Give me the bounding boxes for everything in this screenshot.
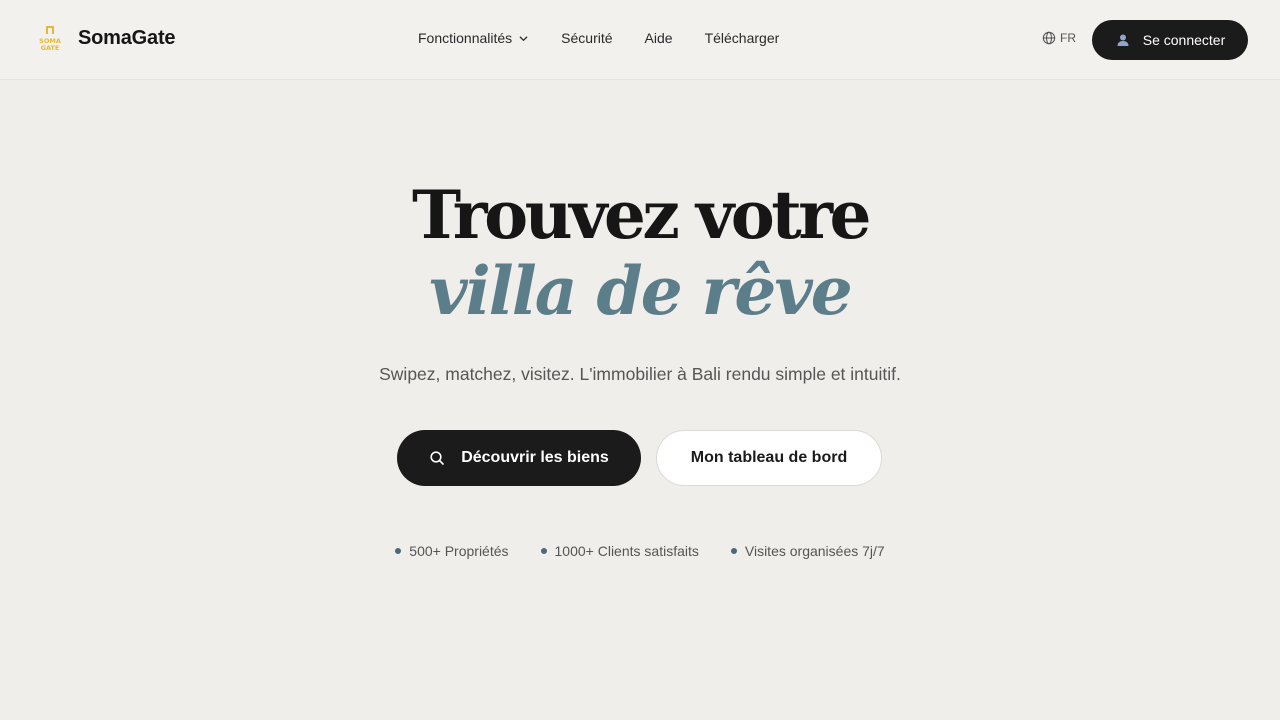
nav-item-telecharger[interactable]: Télécharger xyxy=(705,30,780,46)
bullet-dot-icon xyxy=(395,548,402,554)
brand-name: SomaGate xyxy=(78,26,176,49)
hero-subtitle: Swipez, matchez, visitez. L'immobilier à… xyxy=(379,364,901,384)
nav-item-securite[interactable]: Sécurité xyxy=(561,30,612,46)
stat-label: 500+ Propriétés xyxy=(409,543,509,559)
somagate-logo-icon: SOMA GATE xyxy=(39,26,61,52)
site-header: SOMA GATE SomaGate Fonctionnalités Sécur… xyxy=(0,0,1280,80)
stat-label: Visites organisées 7j/7 xyxy=(744,543,885,559)
hero-title-line1: Trouvez votre xyxy=(411,176,872,254)
language-switcher[interactable]: FR xyxy=(1042,31,1076,45)
logo[interactable]: SOMA GATE SomaGate xyxy=(36,24,176,52)
stat-item: 500+ Propriétés xyxy=(395,543,509,559)
login-button[interactable]: Se connecter xyxy=(1092,20,1248,60)
stat-item: 1000+ Clients satisfaits xyxy=(540,543,699,559)
bullet-dot-icon xyxy=(540,548,547,554)
stat-item: Visites organisées 7j/7 xyxy=(730,543,885,559)
nav-item-label: Sécurité xyxy=(561,30,613,46)
nav-item-label: Télécharger xyxy=(704,30,780,46)
chevron-down-icon xyxy=(519,35,528,41)
bullet-dot-icon xyxy=(730,548,737,554)
discover-properties-button[interactable]: Découvrir les biens xyxy=(397,430,641,486)
dashboard-button[interactable]: Mon tableau de bord xyxy=(656,430,882,486)
nav-item-label: Aide xyxy=(644,30,673,46)
nav-item-aide[interactable]: Aide xyxy=(645,30,673,46)
svg-text:GATE: GATE xyxy=(41,44,60,52)
globe-icon xyxy=(1042,31,1056,45)
discover-properties-label: Découvrir les biens xyxy=(461,449,609,466)
search-icon xyxy=(430,451,444,465)
main-nav: Fonctionnalités Sécurité Aide Télécharge… xyxy=(418,30,779,46)
stat-label: 1000+ Clients satisfaits xyxy=(554,543,699,559)
login-label: Se connecter xyxy=(1142,32,1226,48)
user-icon xyxy=(1117,34,1129,46)
hero-title-line2: villa de rêve xyxy=(429,252,853,330)
nav-item-fonctionnalites[interactable]: Fonctionnalités xyxy=(418,30,529,46)
language-label: FR xyxy=(1060,31,1076,45)
dashboard-label: Mon tableau de bord xyxy=(690,449,848,466)
nav-item-label: Fonctionnalités xyxy=(418,30,513,46)
stats-list: 500+ Propriétés 1000+ Clients satisfaits… xyxy=(0,543,1280,559)
